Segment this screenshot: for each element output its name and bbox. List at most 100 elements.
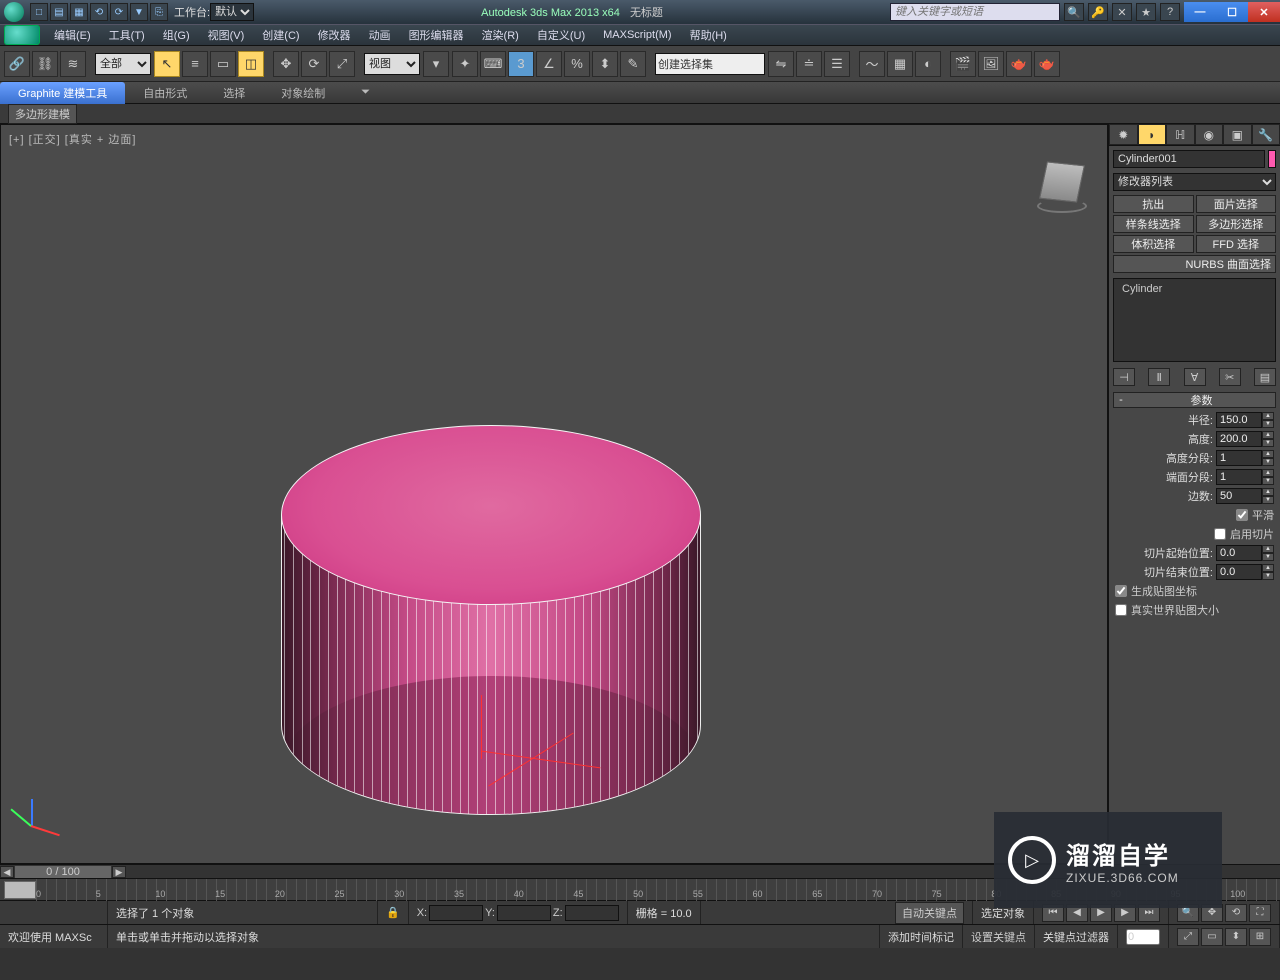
viewport[interactable]: [+] [正交] [真实 + 边面] xyxy=(0,124,1108,864)
menu-animation[interactable]: 动画 xyxy=(361,25,399,45)
nav-walk-icon[interactable]: ⬍ xyxy=(1225,928,1247,946)
menu-create[interactable]: 创建(C) xyxy=(254,25,307,45)
lock-selection-icon[interactable]: 🔒 xyxy=(378,901,409,924)
menu-graph-editors[interactable]: 图形编辑器 xyxy=(401,25,472,45)
setkey-button[interactable]: 设置关键点 xyxy=(971,929,1026,945)
render-setup-icon[interactable]: 🎬 xyxy=(950,51,976,77)
tab-motion-icon[interactable]: ◉ xyxy=(1195,124,1224,145)
spin-up-icon[interactable]: ▲ xyxy=(1262,412,1274,420)
select-region-rect-icon[interactable]: ▭ xyxy=(210,51,236,77)
menu-modifiers[interactable]: 修改器 xyxy=(310,25,359,45)
checkbox-gen-map[interactable] xyxy=(1115,585,1127,597)
render-iterate-icon[interactable]: 🫖 xyxy=(1034,51,1060,77)
input-z[interactable] xyxy=(565,905,619,921)
ribbon-tab-freeform[interactable]: 自由形式 xyxy=(125,82,205,104)
pivot-icon[interactable]: ▾ xyxy=(423,51,449,77)
nav-max-icon[interactable]: ⛶ xyxy=(1249,904,1271,922)
nav-min-icon[interactable]: ⊞ xyxy=(1249,928,1271,946)
input-x[interactable] xyxy=(429,905,483,921)
tab-hierarchy-icon[interactable]: ℍ xyxy=(1166,124,1195,145)
add-time-tag[interactable]: 添加时间标记 xyxy=(880,925,963,948)
mod-btn-ffd-select[interactable]: FFD 选择 xyxy=(1196,235,1277,253)
checkbox-smooth[interactable] xyxy=(1236,509,1248,521)
input-height-segs[interactable] xyxy=(1216,450,1262,466)
selection-filter-select[interactable]: 全部 xyxy=(95,53,151,75)
input-y[interactable] xyxy=(497,905,551,921)
qat-link-icon[interactable]: ⎘ xyxy=(150,3,168,21)
input-slice-to[interactable] xyxy=(1216,564,1262,580)
select-by-name-icon[interactable]: ≡ xyxy=(182,51,208,77)
input-cap-segs[interactable] xyxy=(1216,469,1262,485)
menu-group[interactable]: 组(G) xyxy=(155,25,198,45)
minimize-button[interactable]: — xyxy=(1184,2,1216,22)
menu-edit[interactable]: 编辑(E) xyxy=(46,25,99,45)
cylinder-object[interactable] xyxy=(281,425,701,864)
input-sides[interactable] xyxy=(1216,488,1262,504)
nav-fov-icon[interactable]: ▭ xyxy=(1201,928,1223,946)
menu-views[interactable]: 视图(V) xyxy=(200,25,253,45)
pin-stack-icon[interactable]: ⊣ xyxy=(1113,368,1135,386)
mod-btn-nurbs[interactable]: NURBS 曲面选择 xyxy=(1113,255,1276,273)
star-icon[interactable]: ★ xyxy=(1136,3,1156,21)
schematic-view-icon[interactable]: ▦ xyxy=(887,51,913,77)
ribbon-tab-selection[interactable]: 选择 xyxy=(205,82,263,104)
qat-new-icon[interactable]: □ xyxy=(30,3,48,21)
curve-editor-icon[interactable]: 〜 xyxy=(859,51,885,77)
nav-zoom-all-icon[interactable]: ⤢ xyxy=(1177,928,1199,946)
input-radius[interactable] xyxy=(1216,412,1262,428)
menu-help[interactable]: 帮助(H) xyxy=(682,25,735,45)
mod-btn-spline-select[interactable]: 样条线选择 xyxy=(1113,215,1194,233)
snap-toggle-icon[interactable]: 3 xyxy=(508,51,534,77)
app-menu-icon[interactable] xyxy=(4,25,40,45)
rendered-frame-icon[interactable]: 🖼 xyxy=(978,51,1004,77)
edit-named-sel-icon[interactable]: ✎ xyxy=(620,51,646,77)
qat-redo-icon[interactable]: ⟳ xyxy=(110,3,128,21)
material-editor-icon[interactable]: ◐ xyxy=(915,51,941,77)
angle-snap-icon[interactable]: ∠ xyxy=(536,51,562,77)
tab-create-icon[interactable]: ✹ xyxy=(1109,124,1138,145)
help-icon[interactable]: ? xyxy=(1160,3,1180,21)
ribbon-panel-polymodel[interactable]: 多边形建模 xyxy=(8,104,77,124)
viewcube[interactable] xyxy=(1035,155,1089,209)
object-color-swatch[interactable] xyxy=(1268,150,1276,168)
workspace-select[interactable]: 默认 xyxy=(210,3,254,21)
menu-customize[interactable]: 自定义(U) xyxy=(529,25,593,45)
scroll-left-icon[interactable]: ◀ xyxy=(0,866,14,878)
keyboard-shortcut-icon[interactable]: ⌨ xyxy=(480,51,506,77)
mod-btn-extrude[interactable]: 抗出 xyxy=(1113,195,1194,213)
layers-icon[interactable]: ☰ xyxy=(824,51,850,77)
select-object-icon[interactable]: ↖ xyxy=(154,51,180,77)
scale-icon[interactable]: ⤢ xyxy=(329,51,355,77)
checkbox-real-world[interactable] xyxy=(1115,604,1127,616)
modifier-list-select[interactable]: 修改器列表 xyxy=(1113,173,1276,191)
configure-sets-icon[interactable]: ▤ xyxy=(1254,368,1276,386)
move-icon[interactable]: ✥ xyxy=(273,51,299,77)
mod-btn-vol-select[interactable]: 体积选择 xyxy=(1113,235,1194,253)
rollout-toggle-icon[interactable]: - xyxy=(1114,394,1128,406)
ribbon-tab-paint[interactable]: 对象绘制 xyxy=(263,82,343,104)
search-input[interactable] xyxy=(890,3,1060,21)
close-button[interactable]: ✕ xyxy=(1248,2,1280,22)
menu-tools[interactable]: 工具(T) xyxy=(101,25,153,45)
search-icon[interactable]: 🔍 xyxy=(1064,3,1084,21)
mod-btn-poly-select[interactable]: 多边形选择 xyxy=(1196,215,1277,233)
checkbox-slice[interactable] xyxy=(1214,528,1226,540)
mirror-icon[interactable]: ⇋ xyxy=(768,51,794,77)
key-icon[interactable]: 🔑 xyxy=(1088,3,1108,21)
spin-down-icon[interactable]: ▼ xyxy=(1262,420,1274,428)
remove-modifier-icon[interactable]: ✂ xyxy=(1219,368,1241,386)
ref-coord-select[interactable]: 视图 xyxy=(364,53,420,75)
ribbon-tab-graphite[interactable]: Graphite 建模工具 xyxy=(0,82,125,104)
manipulate-icon[interactable]: ✦ xyxy=(452,51,478,77)
input-slice-from[interactable] xyxy=(1216,545,1262,561)
viewport-label[interactable]: [+] [正交] [真实 + 边面] xyxy=(9,131,136,147)
named-selection-set-input[interactable] xyxy=(655,53,765,75)
maximize-button[interactable]: ☐ xyxy=(1216,2,1248,22)
current-frame-input[interactable] xyxy=(1126,929,1160,945)
tab-utilities-icon[interactable]: 🔧 xyxy=(1252,124,1280,145)
link-icon[interactable]: 🔗 xyxy=(4,51,30,77)
window-crossing-icon[interactable]: ◫ xyxy=(238,51,264,77)
qat-save-icon[interactable]: ▦ xyxy=(70,3,88,21)
qat-undo-icon[interactable]: ⟲ xyxy=(90,3,108,21)
time-slider[interactable] xyxy=(4,881,36,899)
